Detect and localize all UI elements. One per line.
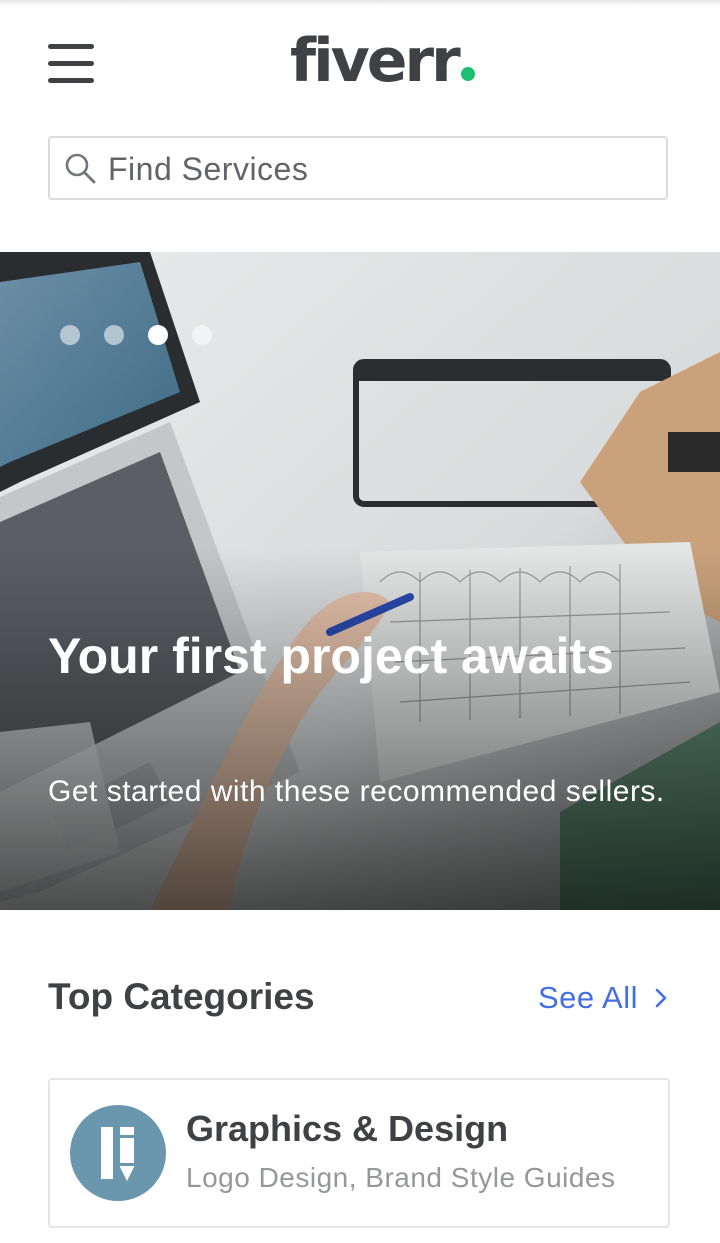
chevron-right-icon <box>655 988 667 1008</box>
carousel-dot[interactable] <box>192 325 212 345</box>
graphics-design-icon <box>70 1105 166 1201</box>
search-icon <box>65 153 96 184</box>
see-all-link[interactable]: See All <box>538 980 668 1016</box>
hero-title: Your first project awaits <box>48 628 614 684</box>
logo-text: fiverr <box>290 26 461 96</box>
top-header: fiverr <box>0 0 720 120</box>
category-subtitle: Logo Design, Brand Style Guides <box>186 1162 616 1193</box>
carousel-dot[interactable] <box>104 325 124 345</box>
hero-subtitle: Get started with these recommended selle… <box>48 775 665 808</box>
search-input[interactable] <box>106 146 650 192</box>
hamburger-menu-icon[interactable] <box>48 44 94 84</box>
search-box[interactable] <box>48 136 668 200</box>
logo-dot <box>460 67 475 81</box>
see-all-label: See All <box>538 980 639 1015</box>
carousel-dots <box>60 325 212 345</box>
carousel-dot-active[interactable] <box>148 325 168 345</box>
hero-banner[interactable]: Your first project awaits Get started wi… <box>0 252 720 910</box>
carousel-dot[interactable] <box>60 325 80 345</box>
category-card[interactable]: Graphics & Design Logo Design, Brand Sty… <box>48 1078 670 1228</box>
section-title: Top Categories <box>48 976 315 1017</box>
category-title: Graphics & Design <box>186 1108 509 1149</box>
fiverr-logo[interactable]: fiverr <box>290 26 475 96</box>
